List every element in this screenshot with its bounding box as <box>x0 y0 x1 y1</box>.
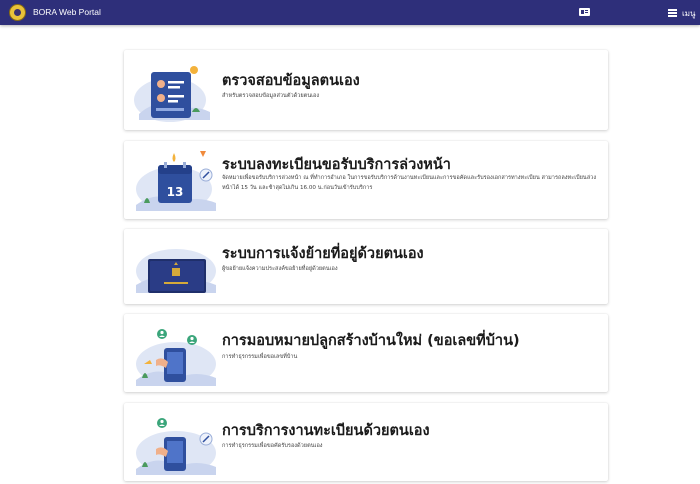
card-title: การบริการงานทะเบียนด้วยตนเอง <box>222 423 430 439</box>
service-card-self-registration[interactable]: การบริการงานทะเบียนด้วยตนเอง การทำธุรกรร… <box>124 403 608 481</box>
id-card-icon[interactable] <box>579 8 590 16</box>
service-card-change-address[interactable]: ระบบการแจ้งย้ายที่อยู่ด้วยตนเอง ผู้ขอย้า… <box>124 229 608 304</box>
top-app-bar: BORA Web Portal เมนู <box>0 0 700 25</box>
hamburger-menu-icon[interactable] <box>668 9 677 17</box>
calendar-icon: 13 <box>136 151 216 211</box>
profile-document-icon <box>134 66 210 122</box>
card-description: ผู้ขอย้ายแจ้งความประสงค์ขอย้ายที่อยู่ด้ว… <box>222 266 338 272</box>
card-title: การมอบหมายปลูกสร้างบ้านใหม่ (ขอเลขที่บ้า… <box>222 333 520 349</box>
card-description: สำหรับตรวจสอบข้อมูลส่วนตัวด้วยตนเอง <box>222 93 320 99</box>
card-description: จัดหมายเพื่อขอรับบริการล่วงหน้า ณ ที่ทำก… <box>222 175 597 191</box>
card-description: การทำธุรกรรมเพื่อขอคัดรับรองด้วยตนเอง <box>222 443 323 449</box>
card-title: ระบบการแจ้งย้ายที่อยู่ด้วยตนเอง <box>222 246 424 262</box>
app-title[interactable]: BORA Web Portal <box>33 7 101 17</box>
house-registration-book-icon <box>136 249 216 293</box>
service-card-new-house-number[interactable]: การมอบหมายปลูกสร้างบ้านใหม่ (ขอเลขที่บ้า… <box>124 314 608 392</box>
card-description: การทำธุรกรรมเพื่อขอเลขที่บ้าน <box>222 354 298 360</box>
service-card-self-check[interactable]: ตรวจสอบข้อมูลตนเอง สำหรับตรวจสอบข้อมูลส่… <box>124 50 608 130</box>
mobile-transaction-icon <box>136 418 216 475</box>
card-title: ตรวจสอบข้อมูลตนเอง <box>222 73 360 89</box>
calendar-day-text: 13 <box>167 185 184 199</box>
menu-label[interactable]: เมนู <box>682 7 695 20</box>
mobile-transaction-icon <box>136 329 216 386</box>
emblem-logo[interactable] <box>9 4 26 21</box>
service-card-advance-registration[interactable]: 13 ระบบลงทะเบียนขอรับบริการล่วงหน้า จัดห… <box>124 141 608 219</box>
